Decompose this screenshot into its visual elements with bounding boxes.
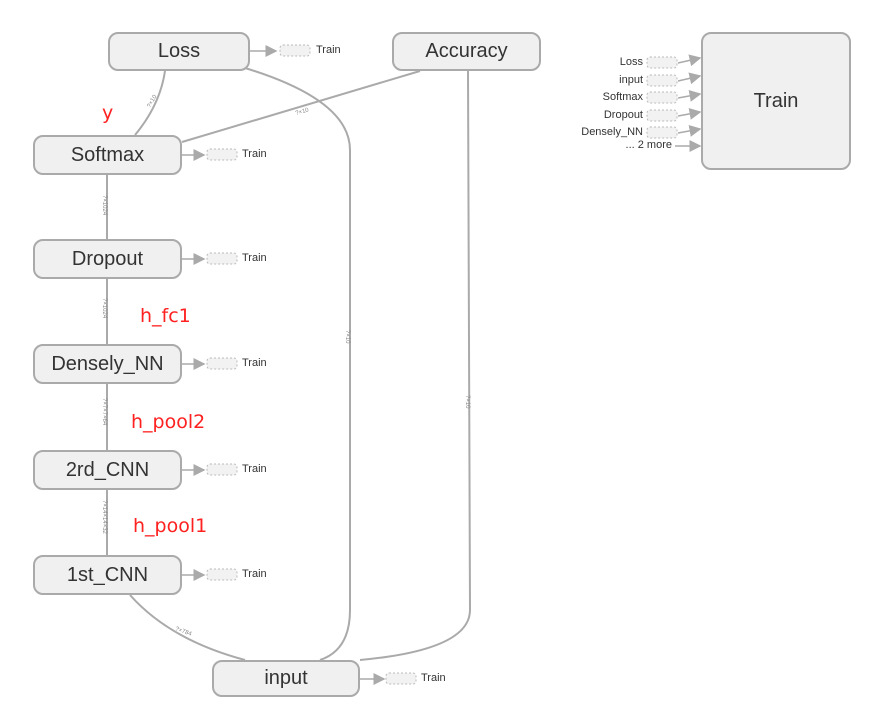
node-input[interactable]: input [212,660,360,697]
node-loss[interactable]: Loss [108,32,250,71]
edge-cnn1-input [129,594,246,661]
node-1st-cnn[interactable]: 1st_CNN [33,555,182,595]
train-more-label[interactable]: ... 2 more [592,139,672,151]
node-softmax[interactable]: Softmax [33,135,182,175]
train-aux-label: Train [242,252,267,264]
train-input-label: input [619,74,643,86]
train-input-label: Softmax [602,91,643,103]
train-input-label: Dropout [603,109,643,121]
train-aux-label: Train [242,568,267,580]
annotation-h-pool2: h_pool2 [131,411,206,433]
node-2rd-cnn[interactable]: 2rd_CNN [33,450,182,490]
edge-accuracy-input [359,70,472,661]
node-accuracy[interactable]: Accuracy [392,32,541,71]
node-densely-nn[interactable]: Densely_NN [33,344,182,384]
edge-label: ?×1024 [101,195,107,216]
train-aux-label: Train [421,672,446,684]
node-dropout[interactable]: Dropout [33,239,182,279]
train-aux-label: Train [242,357,267,369]
edge-accuracy-softmax [181,70,421,143]
edge-label: ?×1024 [101,298,107,319]
node-train[interactable]: Train [701,32,851,170]
edge-label: ?×10 [295,107,310,117]
train-aux-label: Train [242,463,267,475]
annotation-y: y [102,102,114,124]
train-aux-label: Train [316,44,341,56]
train-input-label: Loss [619,56,643,68]
annotation-h-pool1: h_pool1 [133,515,208,537]
edge-label: ?×7×7×64 [101,398,107,426]
annotation-h-fc1: h_fc1 [140,305,191,327]
edge-label: ?×10 [464,395,470,409]
graph-canvas[interactable]: ?×10 ?×10 ?×1024 ?×1024 ?×7×7×64 ?×14×14… [0,0,872,727]
edge-label: ?×14×14×32 [101,500,107,535]
train-aux-label: Train [242,148,267,160]
train-input-label: Densely_NN [581,126,643,138]
edge-label: ?×10 [344,330,350,344]
